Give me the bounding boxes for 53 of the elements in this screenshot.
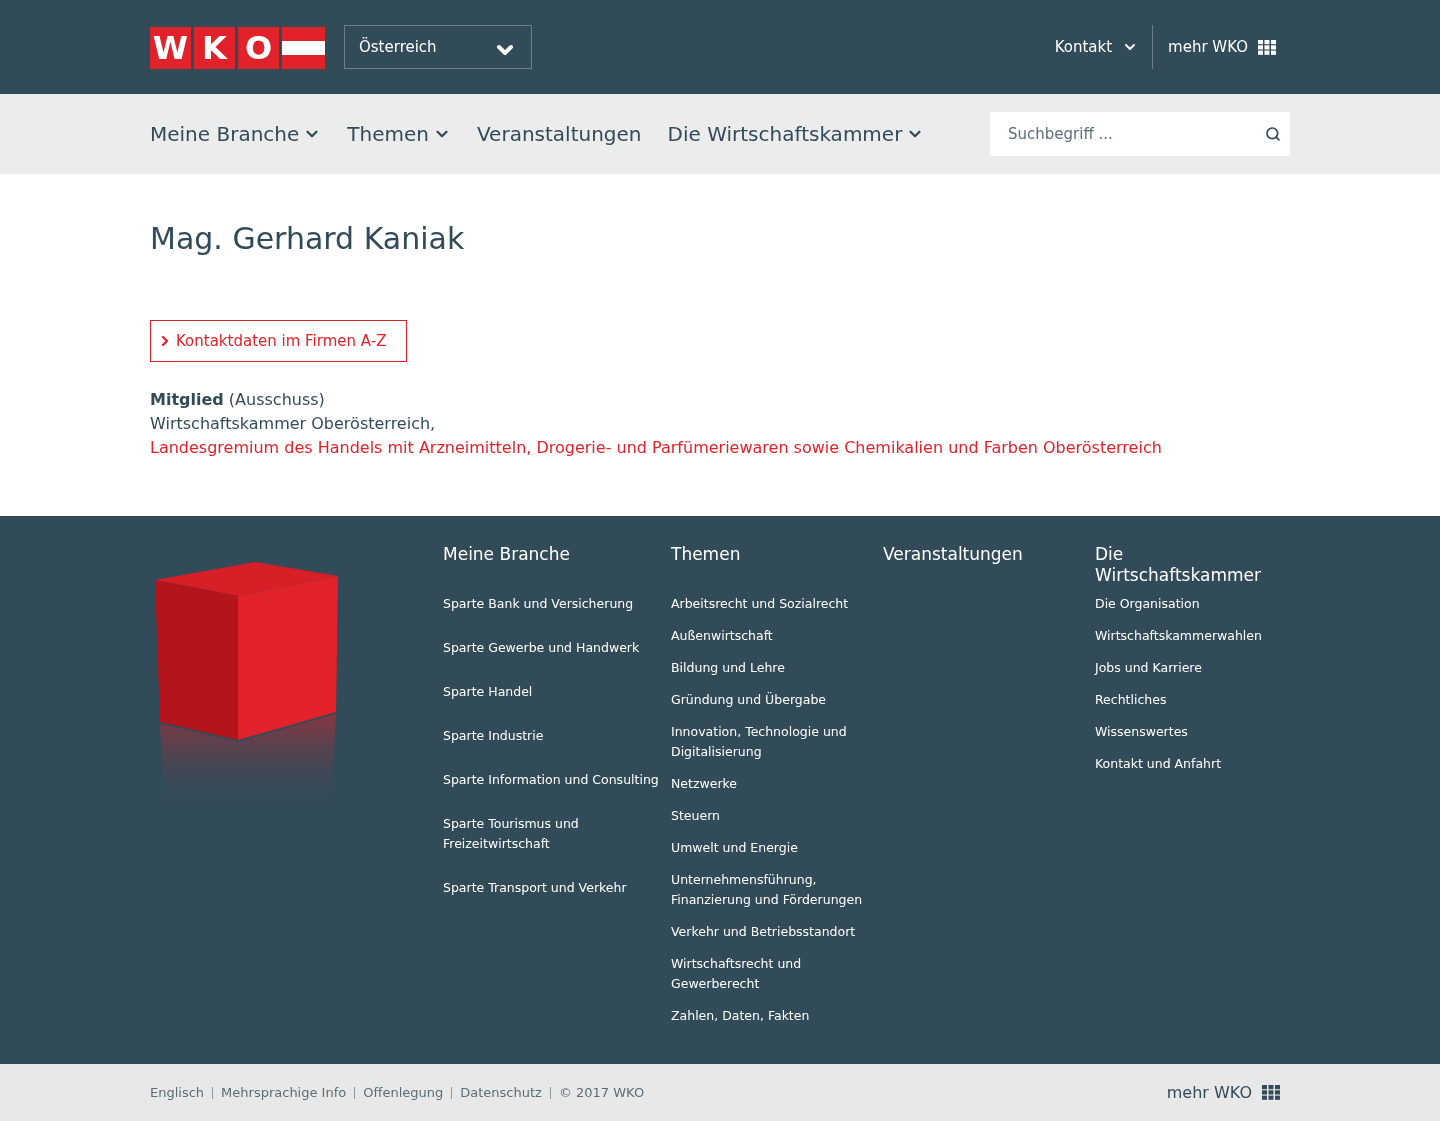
footer-link[interactable]: Unternehmensführung, Finanzierung und Förderungen [671, 870, 883, 910]
nav-item[interactable]: Die Wirtschaftskammer [667, 119, 925, 149]
footer-link[interactable]: Innovation, Technologie und Digitalisierung [671, 722, 883, 762]
grid-icon [1258, 39, 1276, 55]
nav-item[interactable]: Veranstaltungen [477, 119, 642, 149]
bottom-link[interactable]: Englisch [150, 1082, 205, 1103]
footer-link[interactable]: Steuern [671, 806, 883, 826]
member-role: Mitglied (Ausschuss) [150, 389, 326, 411]
footer-link[interactable]: Wissenswertes [1095, 722, 1290, 742]
footer-link[interactable]: Wirtschaftskammerwahlen [1095, 626, 1290, 646]
logo[interactable]: W K O [150, 26, 325, 69]
page-title: Mag. Gerhard Kaniak [150, 220, 466, 258]
nav-item[interactable]: Themen [347, 119, 451, 149]
footer-link[interactable]: Kontakt und Anfahrt [1095, 754, 1290, 774]
footer-link[interactable]: Sparte Gewerbe und Handwerk [443, 638, 671, 658]
bottom-link[interactable]: Datenschutz [460, 1082, 542, 1103]
footer-link[interactable]: Arbeitsrecht und Sozialrecht [671, 594, 883, 614]
footer-link[interactable]: Sparte Industrie [443, 726, 671, 746]
footer-link[interactable]: Sparte Transport und Verkehr [443, 878, 671, 898]
footer-link[interactable]: Sparte Tourismus und Freizeitwirtschaft [443, 814, 671, 854]
footer-column-title: Veranstaltungen [883, 544, 1024, 566]
footer-link[interactable]: Sparte Bank und Versicherung [443, 594, 671, 614]
footer-link[interactable]: Gründung und Übergabe [671, 690, 883, 710]
contact-data-link[interactable]: Kontaktdaten im Firmen A-Z [150, 320, 408, 362]
bottom-link[interactable]: Mehrsprachige Info [221, 1082, 347, 1103]
footer-link[interactable]: Verkehr und Betriebsstandort [671, 922, 883, 942]
footer-link[interactable]: Rechtliches [1095, 690, 1290, 710]
footer-link[interactable]: Sparte Handel [443, 682, 671, 702]
footer-column-title: Themen [671, 544, 742, 566]
flag-drawing [282, 26, 325, 69]
more-link[interactable]: mehr WKO [1166, 1080, 1280, 1105]
footer-column-title: Meine Branche [443, 544, 571, 566]
footer-link[interactable]: Bildung und Lehre [671, 658, 883, 678]
footer-column-title: Die Wirtschaftskammer [1095, 544, 1262, 587]
search-field[interactable]: Suchbegriff ... [990, 112, 1290, 156]
footer-link[interactable]: Wirtschaftsrecht und Gewerberecht [671, 954, 883, 994]
nav-item[interactable]: Meine Branche [150, 119, 322, 149]
committee-link[interactable]: Landesgremium des Handels mit Arzneimitteln, Drogerie- und Parfümeriewaren sowie Chemikalien und Farben Oberösterreich [150, 438, 1162, 457]
member-organisation: Wirtschaftskammer Oberösterreich, Landesgremium des Handels mit Arzneimitteln, Drogerie- und Parfümeriewaren sowie Chemikalien und Farben Oberösterreich [150, 413, 1163, 459]
footer-link[interactable]: Zahlen, Daten, Fakten [671, 1006, 883, 1026]
contact-link[interactable]: Kontakt [1054, 25, 1153, 69]
footer-link[interactable]: Die Organisation [1095, 594, 1290, 614]
bottom-link[interactable]: Offenlegung [363, 1082, 444, 1103]
grid-icon [1262, 1085, 1280, 1100]
footer-link[interactable]: Sparte Information und Consulting [443, 770, 671, 790]
footer-link[interactable]: Umwelt und Energie [671, 838, 883, 858]
copyright-text: © 2017 WKO [558, 1083, 645, 1102]
search-icon [1265, 126, 1281, 142]
footer-link[interactable]: Außenwirtschaft [671, 626, 883, 646]
footer-link[interactable]: Jobs und Karriere [1095, 658, 1290, 678]
footer-link[interactable]: Netzwerke [671, 774, 883, 794]
more-link[interactable]: mehr WKO [1152, 25, 1290, 69]
region-select[interactable]: Österreich [344, 25, 532, 69]
